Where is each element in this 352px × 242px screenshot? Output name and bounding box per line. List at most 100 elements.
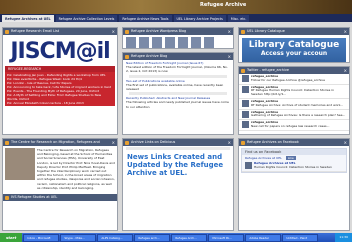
taskbar-item[interactable]: Adobe Reader <box>245 233 282 242</box>
panel-header[interactable]: The Centre for Research on Migration, Re… <box>3 139 117 146</box>
feed-list: New Edition of Freedom Fortnight Journal… <box>123 60 233 110</box>
panel-title: UEL Library Catalogue <box>247 29 285 33</box>
feed-icon <box>5 29 9 34</box>
taskbar-item[interactable]: Refugee arch... <box>134 233 171 242</box>
banner-title: Refugee Archive <box>200 2 247 8</box>
feed-item-summary: The latest edition of the Freedom Fortni… <box>126 65 228 74</box>
thumbnail[interactable] <box>139 37 149 48</box>
archive-links-panel: Archive Links on Delicious × News Links C… <box>122 138 234 231</box>
mail-list: Pol: Celebrating Jan Juan - Defending Ri… <box>5 72 115 106</box>
dashboard: Refugee Research Email List × JISCM@il RE… <box>0 22 352 233</box>
tweet-text: New call for papers on refugee law resea… <box>251 123 330 128</box>
centre-body: The Centre for Research on Migration, Re… <box>3 146 117 192</box>
panel-title: Archive Links on Delicious <box>131 140 176 144</box>
wordpress-panel: Refugee Archive Wordpress Blog × <box>122 27 234 49</box>
panel-header[interactable]: IVS Refugee Studies at UEL <box>3 194 117 202</box>
panel-header[interactable]: UEL Library Catalogue × <box>239 28 349 35</box>
feed-icon <box>5 140 9 145</box>
close-icon[interactable]: × <box>228 28 231 35</box>
feed-item-summary: The following articles and newly publish… <box>126 100 229 109</box>
feed-icon <box>241 29 245 34</box>
archive-blog-panel: Refugee Archive Blog × New Edition of Fre… <box>122 52 234 135</box>
panel-header[interactable]: Archive Links on Delicious × <box>123 139 233 146</box>
tweet: refugee_archive RT Refugee Human Rights C… <box>239 85 349 99</box>
list-item[interactable]: Pol: A Myth of Settling and Exile: From … <box>7 93 113 101</box>
taskbar-item[interactable]: Microsoft Po... <box>208 233 245 242</box>
library-catalogue-banner[interactable]: Library Catalogue Access your accoun <box>242 38 346 62</box>
taskbar-item[interactable]: ALPS Catalog... <box>97 233 134 242</box>
facebook-icon <box>241 140 245 145</box>
taskbar-item[interactable]: Skype - Mike... <box>60 233 97 242</box>
close-icon[interactable]: × <box>344 67 347 74</box>
panel-title: Twitter - refugee_archive <box>247 68 289 72</box>
close-icon[interactable]: × <box>344 28 347 35</box>
close-icon[interactable]: × <box>112 139 115 146</box>
close-icon[interactable]: × <box>228 139 231 146</box>
tweet-text: Gathering of Refugee Archives: Is there … <box>251 113 346 118</box>
twitter-icon <box>241 68 245 73</box>
panel-header[interactable]: Refugee Archive Wordpress Blog × <box>123 28 233 35</box>
os-taskbar: start Inbox - Microsoft Skype - Mike... … <box>0 233 352 242</box>
panel-title: Refugee Archive Blog <box>131 54 168 58</box>
jiscmail-logo: JISCM@il <box>10 39 110 64</box>
thumbnail[interactable] <box>126 37 136 48</box>
library-catalogue-panel: UEL Library Catalogue × Library Catalogue… <box>238 27 350 63</box>
feed-icon <box>125 29 129 34</box>
avatar <box>245 162 252 170</box>
tweet: refugee_archive RT Refugee Archive: Archi… <box>239 99 349 110</box>
close-icon[interactable]: × <box>344 139 347 146</box>
panel-header[interactable]: Twitter - refugee_archive × <box>239 67 349 74</box>
thumbnail-strip <box>123 35 233 48</box>
tweet: refugee_archive Gathering of Refugee Arch… <box>239 110 349 121</box>
panel-title: Refugee Research Email List <box>11 29 60 33</box>
thumbnail[interactable] <box>204 37 214 48</box>
fb-post-text: Human Rights Council: Detention Stories … <box>254 165 332 169</box>
facebook-box: Find us on Facebook Refugee Archives at … <box>241 148 347 173</box>
panel-header[interactable]: Refugee Research Email List × <box>3 28 117 35</box>
panel-title: Refugee Archive Wordpress Blog <box>131 29 187 33</box>
catalogue-heading: Library Catalogue <box>248 40 340 50</box>
close-icon[interactable]: × <box>228 53 231 60</box>
tweet-text: RT Refugee Archive: Archive of student m… <box>251 102 344 107</box>
panel-header[interactable]: Refugee Archives on Facebook × <box>239 139 349 146</box>
list-item[interactable]: Pol: Annual Elizabeth Colson lecture - 1… <box>7 101 113 105</box>
facebook-panel: Refugee Archives on Facebook × Find us on… <box>238 138 350 231</box>
delicious-icon <box>125 140 129 145</box>
avatar <box>242 85 249 93</box>
tweet: refugee_archive Follow for our Refugee Ar… <box>239 74 349 85</box>
catalogue-subheading: Access your accoun <box>260 50 328 57</box>
thumbnail[interactable] <box>178 37 188 48</box>
top-nav: Refugee Archives at UEL Refugee Archive … <box>0 14 352 23</box>
thumbnail[interactable] <box>191 37 201 48</box>
feed-icon <box>125 54 129 59</box>
avatar <box>242 110 249 118</box>
panel-header[interactable]: Refugee Archive Blog × <box>123 53 233 60</box>
fb-page-name[interactable]: Refugee Archives at UEL <box>245 156 282 160</box>
panel-title: Refugee Archives on Facebook <box>247 140 299 144</box>
centre-text: The Centre for Research on Migration, Re… <box>37 148 115 190</box>
links-headline[interactable]: News Links Created and Updated by the Re… <box>123 151 233 179</box>
tweet-text: Follow for our Refugee Archive @refugee_… <box>251 77 325 82</box>
twitter-panel: Twitter - refugee_archive × refugee_archi… <box>238 66 350 135</box>
like-button[interactable]: Like <box>285 156 296 160</box>
feed-icon <box>5 195 9 200</box>
divider <box>129 92 227 96</box>
centre-research-panel: The Centre for Research on Migration, Re… <box>2 138 118 231</box>
feed-item-summary: The first set of publications, available… <box>126 82 224 92</box>
divider <box>129 74 227 78</box>
taskbar-item[interactable]: Inbox - Microsoft <box>23 233 60 242</box>
tweet: refugee_archive New call for papers on re… <box>239 120 349 131</box>
panel-title: IVS Refugee Studies at UEL <box>11 195 58 200</box>
avatar <box>242 99 249 107</box>
thumbnail[interactable] <box>152 37 162 48</box>
site-banner: Refugee Archive <box>0 0 352 14</box>
system-clock: 11:30 <box>335 233 352 242</box>
centre-photo <box>5 148 35 180</box>
thumbnail[interactable] <box>165 37 175 48</box>
avatar <box>242 121 249 129</box>
start-button[interactable]: start <box>0 233 23 242</box>
fb-post: Refugee Archives at UEL Human Rights Coun… <box>242 161 346 172</box>
taskbar-item[interactable]: Refugee Arch... <box>171 233 208 242</box>
taskbar-item[interactable]: Untitled - Paint <box>282 233 319 242</box>
close-icon[interactable]: × <box>112 28 115 35</box>
